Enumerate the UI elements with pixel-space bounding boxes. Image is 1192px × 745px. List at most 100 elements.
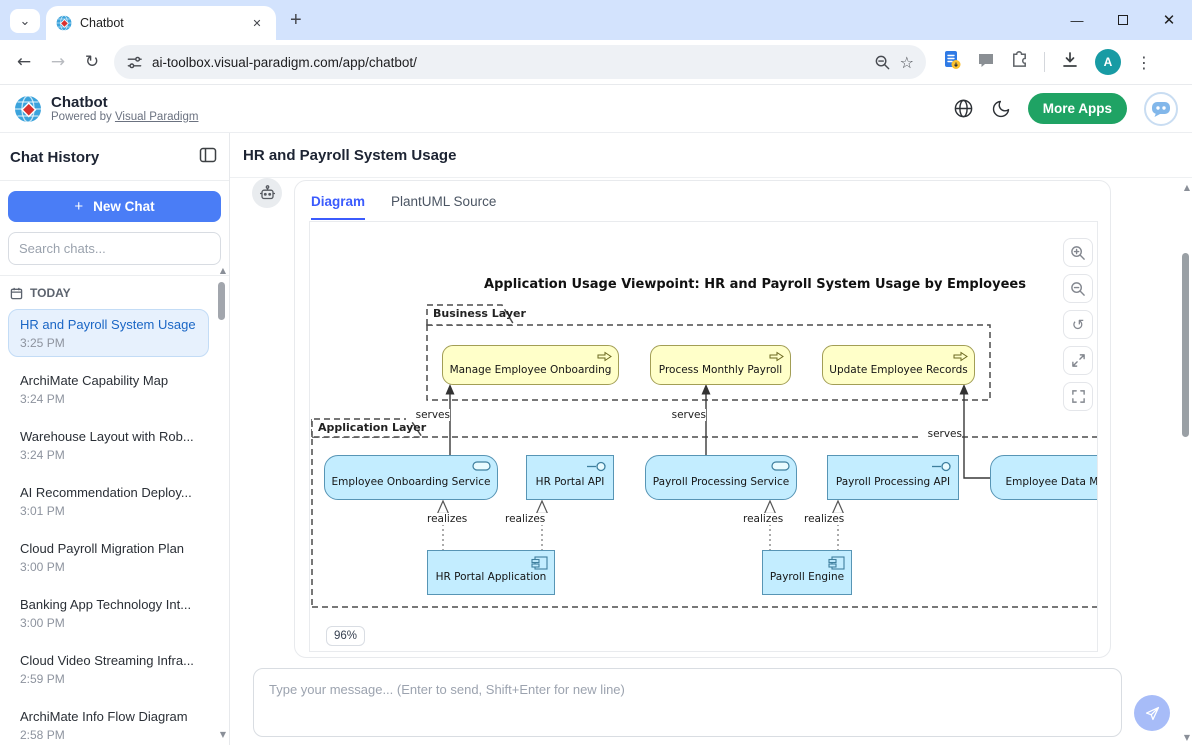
address-bar[interactable]: ai-toolbox.visual-paradigm.com/app/chatb… [114,45,926,79]
realizes-label: realizes [505,513,549,525]
tab-diagram[interactable]: Diagram [311,194,365,220]
chat-list-item[interactable]: Warehouse Layout with Rob... 3:24 PM [8,421,209,469]
dark-mode-moon-icon[interactable] [991,99,1011,119]
browser-toolbar: ← → ↻ ai-toolbox.visual-paradigm.com/app… [0,40,1192,85]
window-close-button[interactable]: ✕ [1146,0,1192,40]
node-business-process: Update Employee Records [822,345,975,385]
zoom-out-page-icon[interactable] [874,54,891,71]
application-layer-label: Application Layer [318,421,426,434]
comment-extension-icon[interactable] [977,51,995,74]
view-tabs: Diagram PlantUML Source [295,181,1110,220]
chat-list-item[interactable]: ArchiMate Info Flow Diagram 2:58 PM [8,701,209,745]
zoom-out-button[interactable] [1063,274,1093,303]
chatbot-widget-button[interactable] [1144,92,1178,126]
bot-avatar [252,178,282,208]
language-globe-icon[interactable] [953,98,974,119]
interface-icon [587,461,607,472]
forward-button[interactable]: → [42,46,74,78]
serves-label: serves [406,409,450,421]
profile-avatar[interactable]: A [1095,49,1121,75]
chat-history-sidebar: Chat History + New Chat TODAY HR and Pay… [0,133,230,745]
chat-list-item[interactable]: Banking App Technology Int... 3:00 PM [8,589,209,637]
diagram-message-card: Diagram PlantUML Source [294,180,1111,658]
chevron-down-icon: ⌄ [20,13,31,29]
powered-by: Powered by Visual Paradigm [51,111,198,123]
node-application-component: Payroll Engine [762,550,852,595]
realizes-label: realizes [743,513,787,525]
service-oval-icon [771,461,790,471]
extensions-area: A ⋮ [928,49,1162,75]
date-section-label: TODAY [30,286,71,300]
service-oval-icon [472,461,491,471]
sidebar-scrollbar-thumb[interactable] [218,282,225,320]
more-apps-button[interactable]: More Apps [1028,93,1127,124]
window-minimize-button[interactable]: — [1054,0,1100,40]
chat-list-item[interactable]: Cloud Video Streaming Infra... 2:59 PM [8,645,209,693]
reset-view-button[interactable]: ↺ [1063,310,1093,339]
extensions-puzzle-icon[interactable] [1010,50,1029,74]
chat-list-item[interactable]: Cloud Payroll Migration Plan 3:00 PM [8,533,209,581]
bookmark-star-icon[interactable]: ☆ [900,53,914,72]
toolbar-divider [1044,52,1045,72]
tab-plantuml-source[interactable]: PlantUML Source [391,194,496,220]
tab-close-icon[interactable]: ✕ [248,14,266,32]
business-process-arrow-icon [769,351,784,362]
reload-button[interactable]: ↻ [76,46,108,78]
url-text[interactable]: ai-toolbox.visual-paradigm.com/app/chatb… [152,55,865,70]
chat-list-item[interactable]: ArchiMate Capability Map 3:24 PM [8,365,209,413]
tab-search-button[interactable]: ⌄ [10,9,40,33]
chat-list-item[interactable]: HR and Payroll System Usage 3:25 PM [8,309,209,357]
page-title: HR and Payroll System Usage [230,133,1192,178]
component-icon [828,556,845,570]
downloads-icon[interactable] [1060,50,1080,75]
node-business-process: Process Monthly Payroll [650,345,791,385]
business-process-arrow-icon [953,351,968,362]
collapse-sidebar-icon[interactable] [199,147,217,168]
window-controls: — ✕ [1054,0,1192,40]
browser-titlebar: ⌄ Chatbot ✕ + — ✕ [0,0,1192,40]
send-button[interactable] [1134,695,1170,731]
node-business-process: Manage Employee Onboarding [442,345,619,385]
site-settings-icon[interactable] [126,54,143,71]
interface-icon [932,461,952,472]
page-scrollbar-thumb[interactable] [1182,253,1189,437]
fullscreen-corners-icon [1071,389,1086,404]
diagram-toolbar: ↺ [1063,238,1093,411]
visual-paradigm-link[interactable]: Visual Paradigm [115,111,199,123]
divider [0,180,229,181]
expand-button[interactable] [1063,346,1093,375]
sidebar-scroll-down-icon[interactable]: ▼ [220,730,226,739]
chat-content-area: Diagram PlantUML Source [230,178,1192,745]
message-composer [253,668,1122,737]
browser-tab[interactable]: Chatbot ✕ [46,6,276,40]
sidebar-title: Chat History [10,149,99,166]
app-title: Chatbot [51,94,198,111]
zoom-in-button[interactable] [1063,238,1093,267]
serves-label: serves [662,409,706,421]
serves-label: serves [918,428,962,440]
diagram-canvas[interactable]: Application Usage Viewpoint: HR and Payr… [309,221,1098,652]
docs-extension-icon[interactable] [942,50,962,75]
message-input[interactable] [253,668,1122,737]
chat-list-item[interactable]: AI Recommendation Deploy... 3:01 PM [8,477,209,525]
node-application-service: Employee Onboarding Service [324,455,498,500]
back-button[interactable]: ← [8,46,40,78]
zoom-in-icon [1070,245,1086,261]
component-icon [531,556,548,570]
node-application-component: HR Portal Application [427,550,555,595]
node-application-interface: Payroll Processing API [827,455,959,500]
sidebar-scroll-up-icon[interactable]: ▲ [220,266,226,275]
calendar-icon [10,287,23,300]
diagram-title: Application Usage Viewpoint: HR and Payr… [410,277,1098,292]
tab-title: Chatbot [80,16,240,30]
page-scroll-down-icon[interactable]: ▼ [1184,733,1190,742]
business-layer-label: Business Layer [433,307,526,320]
zoom-level-badge: 96% [326,626,365,646]
new-tab-button[interactable]: + [290,10,302,30]
page-scroll-up-icon[interactable]: ▲ [1184,183,1190,192]
search-chats-input[interactable] [8,232,221,265]
new-chat-button[interactable]: + New Chat [8,191,221,222]
fullscreen-button[interactable] [1063,382,1093,411]
window-maximize-button[interactable] [1100,0,1146,40]
browser-menu-icon[interactable]: ⋮ [1136,53,1152,72]
